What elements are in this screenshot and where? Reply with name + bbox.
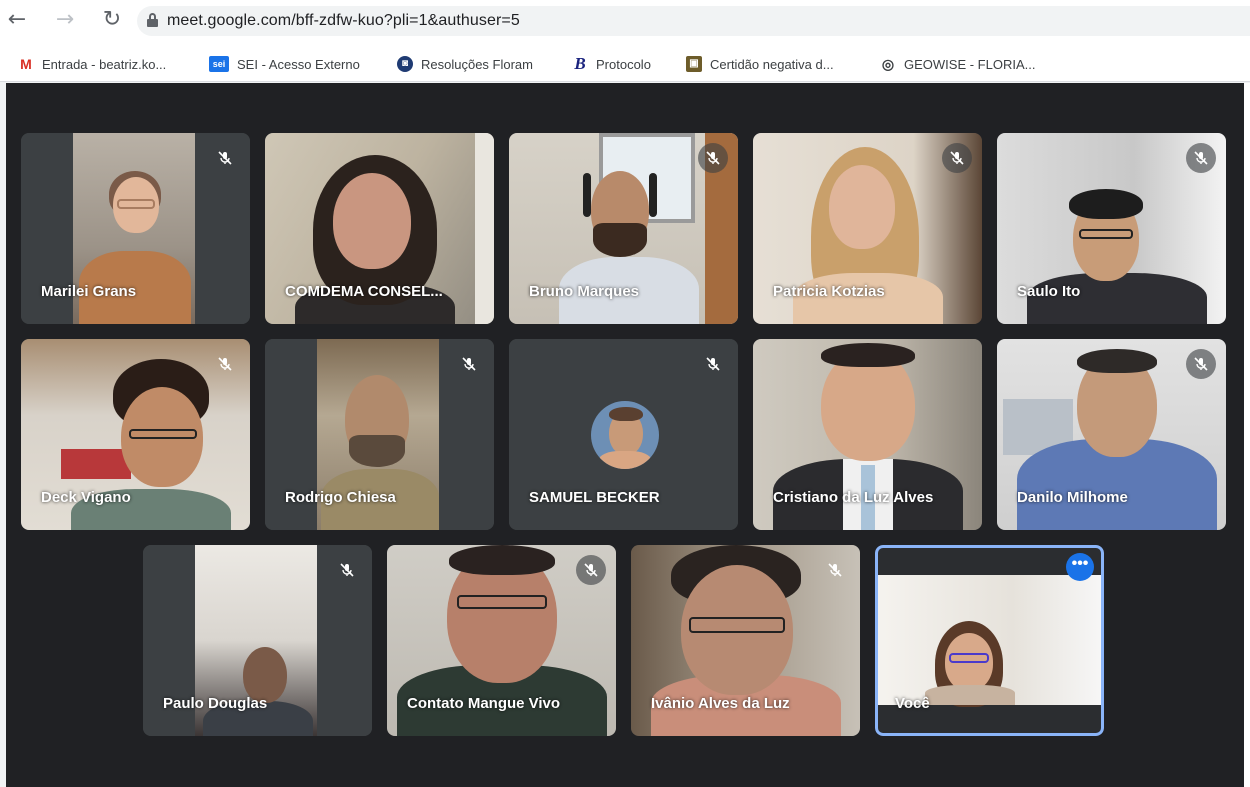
mic-off-icon <box>210 349 240 379</box>
participant-name: SAMUEL BECKER <box>529 489 660 506</box>
forward-arrow-icon[interactable]: → <box>52 6 78 34</box>
page-edge <box>1244 83 1250 787</box>
participant-name: Ivânio Alves da Luz <box>651 695 790 712</box>
floram-icon: ◙ <box>397 56 413 72</box>
certidao-icon: ▣ <box>686 56 702 72</box>
mic-off-icon <box>942 143 972 173</box>
participant-tile[interactable]: Saulo Ito <box>997 133 1226 324</box>
gmail-icon: M <box>18 56 34 72</box>
geowise-icon: ◎ <box>880 56 896 72</box>
mic-off-icon <box>454 349 484 379</box>
participant-name: Saulo Ito <box>1017 283 1081 300</box>
browser-toolbar: ← → ↻ meet.google.com/bff-zdfw-kuo?pli=1… <box>0 0 1250 44</box>
mic-off-icon <box>698 143 728 173</box>
participant-name: Danilo Milhome <box>1017 489 1128 506</box>
participant-tile[interactable]: Rodrigo Chiesa <box>265 339 494 530</box>
bookmark-item[interactable]: sei SEI - Acesso Externo <box>209 54 360 74</box>
participant-tile[interactable]: Patricia Kotzias <box>753 133 982 324</box>
bookmark-item[interactable]: M Entrada - beatriz.ko... <box>18 54 166 74</box>
participant-name: Deck Vigano <box>41 489 131 506</box>
bookmark-label: Entrada - beatriz.ko... <box>42 56 167 72</box>
mic-off-icon <box>1186 349 1216 379</box>
back-arrow-icon[interactable]: ← <box>4 6 30 34</box>
participant-name: COMDEMA CONSEL... <box>285 283 443 300</box>
participant-tile[interactable]: SAMUEL BECKER <box>509 339 738 530</box>
protocolo-icon: B <box>572 55 588 72</box>
mic-off-icon <box>332 555 362 585</box>
participant-name: Marilei Grans <box>41 283 137 300</box>
participant-name: Patricia Kotzias <box>773 283 885 300</box>
lock-icon <box>147 13 158 27</box>
more-options-button[interactable]: ••• <box>1066 553 1094 581</box>
bookmark-label: Certidão negativa d... <box>710 56 834 72</box>
mic-off-icon <box>576 555 606 585</box>
participant-name: Contato Mangue Vivo <box>407 695 561 712</box>
participant-name: Você <box>895 695 930 712</box>
bookmark-label: GEOWISE - FLORIA... <box>904 56 1036 72</box>
address-bar[interactable]: meet.google.com/bff-zdfw-kuo?pli=1&authu… <box>137 6 1250 36</box>
mic-off-icon <box>1186 143 1216 173</box>
bookmark-item[interactable]: ◎ GEOWISE - FLORIA... <box>880 54 1035 74</box>
participant-tile[interactable]: Bruno Marques <box>509 133 738 324</box>
mic-off-icon <box>820 555 850 585</box>
bookmark-item[interactable]: ◙ Resoluções Floram <box>397 54 533 74</box>
participant-tile[interactable]: Marilei Grans <box>21 133 250 324</box>
bookmark-label: Protocolo <box>596 56 651 72</box>
avatar <box>591 401 659 469</box>
bookmark-item[interactable]: B Protocolo <box>572 54 651 74</box>
participant-tile[interactable]: Ivânio Alves da Luz <box>631 545 860 736</box>
participant-tile[interactable]: Deck Vigano <box>21 339 250 530</box>
sei-icon: sei <box>209 56 229 72</box>
mic-off-icon <box>698 349 728 379</box>
bookmarks-bar: M Entrada - beatriz.ko... sei SEI - Aces… <box>0 44 1250 82</box>
participant-name: Bruno Marques <box>529 283 640 300</box>
url-text[interactable]: meet.google.com/bff-zdfw-kuo?pli=1&authu… <box>167 12 520 30</box>
participant-tile[interactable]: COMDEMA CONSEL... <box>265 133 494 324</box>
mic-off-icon <box>210 143 240 173</box>
participant-name: Paulo Douglas <box>163 695 268 712</box>
participant-name: Rodrigo Chiesa <box>285 489 396 506</box>
participant-tile[interactable]: Danilo Milhome <box>997 339 1226 530</box>
participant-name: Cristiano da Luz Alves <box>773 489 934 506</box>
bookmark-item[interactable]: ▣ Certidão negativa d... <box>686 54 834 74</box>
participant-tile[interactable]: Paulo Douglas <box>143 545 372 736</box>
bookmark-label: SEI - Acesso Externo <box>237 56 360 72</box>
reload-icon[interactable]: ↻ <box>99 6 125 34</box>
self-tile[interactable]: ••• Você <box>875 545 1104 736</box>
participant-tile[interactable]: Contato Mangue Vivo <box>387 545 616 736</box>
bookmark-label: Resoluções Floram <box>421 56 533 72</box>
participant-tile[interactable]: Cristiano da Luz Alves <box>753 339 982 530</box>
